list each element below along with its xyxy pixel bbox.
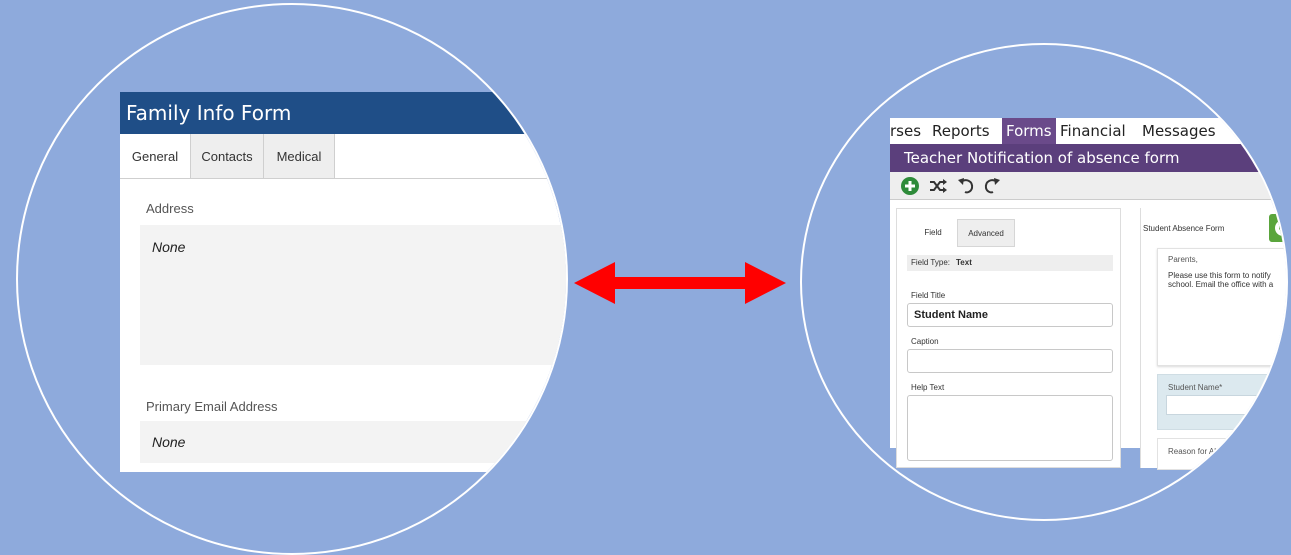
form-title: Teacher Notification of absence form — [890, 144, 1286, 172]
tab-contacts[interactable]: Contacts — [190, 134, 264, 178]
tab-advanced[interactable]: Advanced — [957, 219, 1015, 247]
preview-student-name-card: Student Name* — [1157, 374, 1286, 430]
address-label: Address — [146, 201, 194, 216]
preview-next-field-label: Reason for Ab — [1168, 447, 1219, 456]
preview-reason-card: Reason for Ab — [1157, 438, 1286, 470]
field-type-value: Text — [956, 258, 972, 267]
caption-label: Caption — [911, 337, 939, 346]
field-title-label: Field Title — [911, 291, 946, 300]
preview-body-line2: school. Email the office with a — [1168, 280, 1274, 289]
form-tab-bar: General Contacts Medical — [120, 134, 566, 179]
tab-medical[interactable]: Medical — [263, 134, 335, 178]
preview-form-title: Student Absence Form — [1143, 224, 1225, 233]
preview-instructions-card: Parents, Please use this form to notify … — [1157, 248, 1286, 366]
menu-item-messages[interactable]: Messages — [1142, 118, 1216, 144]
field-title-value: Student Name — [914, 309, 988, 321]
redo-icon[interactable] — [982, 176, 1002, 196]
address-value-box: None — [140, 225, 566, 365]
right-zoom-circle: rses Reports Forms Financial Messages Te… — [800, 43, 1288, 521]
shuffle-icon[interactable] — [928, 176, 948, 196]
help-text-label: Help Text — [911, 383, 945, 392]
form-header-title: Family Info Form — [120, 92, 566, 134]
form-preview-panel: Student Absence Form Parents, Please use… — [1140, 208, 1288, 470]
preview-student-name-input[interactable] — [1166, 395, 1286, 415]
top-menu-bar: rses Reports Forms Financial Messages — [890, 118, 1286, 144]
primary-email-value: None — [152, 434, 186, 450]
field-type-row: Field Type: Text — [907, 255, 1113, 271]
field-settings-panel: Field Advanced Field Type: Text Field Ti… — [896, 208, 1121, 468]
caption-input[interactable] — [907, 349, 1113, 373]
menu-item-financial[interactable]: Financial — [1060, 118, 1126, 144]
add-field-icon[interactable] — [1269, 214, 1288, 242]
family-info-form-panel: Family Info Form General Contacts Medica… — [120, 92, 566, 472]
field-title-input[interactable]: Student Name — [907, 303, 1113, 327]
undo-icon[interactable] — [956, 176, 976, 196]
menu-item-forms[interactable]: Forms — [1002, 118, 1056, 144]
help-text-textarea[interactable] — [907, 395, 1113, 461]
menu-item-reports[interactable]: Reports — [932, 118, 990, 144]
preview-body-line1: Please use this form to notify — [1168, 271, 1271, 280]
address-value: None — [152, 239, 186, 255]
left-zoom-circle: Family Info Form General Contacts Medica… — [16, 3, 568, 555]
tab-general[interactable]: General — [120, 134, 190, 178]
field-type-label: Field Type: — [911, 258, 950, 267]
add-icon[interactable] — [900, 176, 920, 196]
double-arrow-icon — [574, 262, 786, 304]
preview-field-label: Student Name* — [1168, 383, 1223, 392]
menu-item-courses[interactable]: rses — [890, 118, 921, 144]
form-builder-panel: rses Reports Forms Financial Messages Te… — [890, 118, 1286, 470]
tab-field[interactable]: Field — [909, 219, 957, 247]
preview-greeting: Parents, — [1168, 255, 1198, 264]
editor-toolbar — [890, 172, 1286, 200]
primary-email-label: Primary Email Address — [146, 399, 278, 414]
primary-email-value-box: None — [140, 421, 566, 463]
